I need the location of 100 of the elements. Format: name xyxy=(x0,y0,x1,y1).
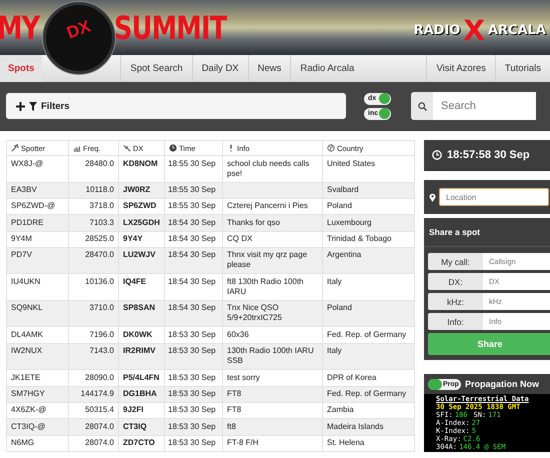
table-cell: 18:54 30 Sep xyxy=(164,214,222,232)
table-cell: FT-8 F/H xyxy=(222,435,322,452)
table-cell: 28090.0 xyxy=(68,370,118,386)
table-cell: KD8NOM xyxy=(118,156,164,182)
table-cell: Thnx visit my qrz page please xyxy=(222,247,322,274)
table-cell: 18:55 30 Sep xyxy=(164,182,222,198)
table-cell: Madeira Islands xyxy=(322,418,414,436)
table-cell: ft8 xyxy=(222,418,322,436)
brand-text: ARCALA xyxy=(488,23,546,38)
table-cell: 18:54 30 Sep xyxy=(164,274,222,300)
table-cell: 18:53 30 Sep xyxy=(164,326,222,344)
table-cell: 7103.3 xyxy=(68,214,118,232)
search-icon[interactable] xyxy=(411,92,433,120)
field-label: Info: xyxy=(428,313,483,330)
table-cell: ft8 130th Radio 100th IARU xyxy=(222,274,322,300)
field-label: DX: xyxy=(428,273,483,290)
table-cell: JW0RZ xyxy=(118,182,164,198)
table-cell: N6MG xyxy=(6,435,68,452)
table-cell: DPR of Korea xyxy=(322,370,414,386)
table-cell: 18:53 30 Sep xyxy=(164,418,222,436)
table-cell: SP8SAN xyxy=(118,300,164,327)
brand-text: RADIO xyxy=(414,23,460,38)
table-cell: LU2WJV xyxy=(118,247,164,274)
clock-icon xyxy=(432,150,442,160)
map-pin-icon xyxy=(429,192,436,202)
table-cell: 18:53 30 Sep xyxy=(164,370,222,386)
table-cell: FT8 xyxy=(222,386,322,402)
panel-title: Share a spot xyxy=(424,218,550,247)
table-cell: 18:55 30 Sep xyxy=(164,156,222,182)
table-cell: 18:54 30 Sep xyxy=(164,231,222,248)
field-label: My call: xyxy=(428,253,483,270)
table-cell: Tnx Nice QSO 5/9+20trxIC725 xyxy=(222,300,322,327)
table-cell: 28074.0 xyxy=(68,418,118,436)
panel-title: Propagation Now xyxy=(464,379,539,389)
table-cell: DG1BHA xyxy=(118,386,164,402)
table-cell: 18:53 30 Sep xyxy=(164,435,222,452)
table-cell: 18:53 30 Sep xyxy=(164,343,222,370)
table-cell: Luxembourg xyxy=(322,214,414,232)
table-cell: Fed. Rep. of Germany xyxy=(322,326,414,344)
table-cell: 3710.0 xyxy=(68,300,118,327)
table-cell: CT3IQ xyxy=(118,418,164,436)
table-cell: 18:53 30 Sep xyxy=(164,386,222,402)
table-cell: St. Helena xyxy=(322,435,414,452)
table-cell: 10136.0 xyxy=(68,274,118,300)
logo-badge: DX xyxy=(43,2,115,74)
table-cell: SM7HGY xyxy=(6,386,68,402)
table-cell: IQ4FE xyxy=(118,274,164,300)
bar-chart-icon xyxy=(73,144,81,152)
table-cell: IU4UKN xyxy=(6,274,68,300)
table-cell: Italy xyxy=(322,343,414,370)
table-cell: 18:54 30 Sep xyxy=(164,247,222,274)
clock-icon xyxy=(169,144,177,152)
field-label: kHz: xyxy=(428,293,483,310)
logo-text: SUMMIT xyxy=(114,8,226,46)
table-cell: PD7V xyxy=(6,247,68,274)
table-cell: 28074.0 xyxy=(68,435,118,452)
table-cell: 7143.0 xyxy=(68,343,118,370)
table-cell: 130th Radio 100th IARU SSB xyxy=(222,343,322,370)
table-cell: DK0WK xyxy=(118,326,164,344)
table-cell: EA3BV xyxy=(6,182,68,198)
logo-text: MY xyxy=(0,8,40,46)
table-cell: ZD7CTO xyxy=(118,435,164,452)
table-cell: 28525.0 xyxy=(68,231,118,248)
table-cell: 144174.9 xyxy=(68,386,118,402)
table-cell: 18:54 30 Sep xyxy=(164,300,222,327)
search-field[interactable]: Search xyxy=(433,92,536,120)
table-cell: Svalbard xyxy=(322,182,414,198)
table-cell: Argentina xyxy=(322,247,414,274)
plus-icon xyxy=(16,102,25,110)
table-cell: 28470.0 xyxy=(68,247,118,274)
table-cell: Fed. Rep. of Germany xyxy=(322,386,414,402)
table-cell: SQ9NKL xyxy=(6,300,68,327)
table-cell: 60x36 xyxy=(222,326,322,344)
table-cell: Trinidad & Tobago xyxy=(322,231,414,248)
funnel-icon xyxy=(29,102,37,110)
table-cell: United States xyxy=(322,156,414,182)
nav-tab[interactable]: Spots xyxy=(0,55,42,82)
brand-mark: X xyxy=(463,14,485,47)
table-cell: Poland xyxy=(322,300,414,327)
table-cell: 28480.0 xyxy=(68,156,118,182)
table-cell: 9Y4M xyxy=(6,231,68,248)
filters-bar[interactable]: Filters xyxy=(6,93,346,119)
table-cell: 10118.0 xyxy=(68,182,118,198)
clock-display: 18:57:58 30 Sep xyxy=(424,140,550,171)
table-cell: JK1ETE xyxy=(6,370,68,386)
table-cell: test sorry xyxy=(222,370,322,386)
table-cell: Italy xyxy=(322,274,414,300)
table-cell: 9Y4Y xyxy=(118,231,164,248)
table-cell: IW2NUX xyxy=(6,343,68,370)
table-cell: WX8J-@ xyxy=(6,156,68,182)
table-cell: DL4AMK xyxy=(6,326,68,344)
table-cell: 7196.0 xyxy=(68,326,118,344)
table-cell: P5/4L4FN xyxy=(118,370,164,386)
table-cell: PD1DRE xyxy=(6,214,68,232)
table-cell: school club needs calls pse! xyxy=(222,156,322,182)
table-cell: CT3IQ-@ xyxy=(6,418,68,436)
location-field[interactable]: Location xyxy=(439,188,549,206)
table-cell: CQ DX xyxy=(222,231,322,248)
table-cell: LX25GDH xyxy=(118,214,164,232)
table-cell: IR2RIMV xyxy=(118,343,164,370)
